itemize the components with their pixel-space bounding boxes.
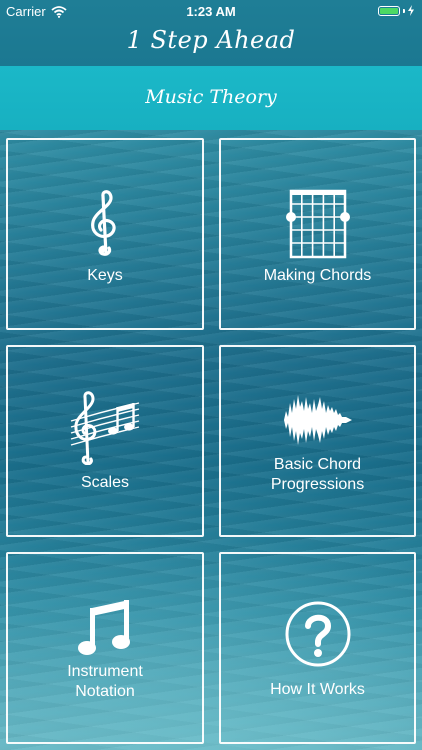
how-it-works-tile[interactable]: How It Works [219,552,416,744]
scales-tile[interactable]: Scales [6,345,204,537]
tile-label: How It Works [270,681,365,698]
tile-label: Scales [80,474,130,491]
section-header: Music Theory [0,66,422,130]
making-chords-tile[interactable]: Making Chords [219,138,416,330]
basic-chord-progressions-tile[interactable]: Basic Chord Progressions [219,345,416,537]
status-bar: Carrier 1:23 AM [0,0,422,22]
battery-group [378,5,414,16]
waveform-icon [221,391,414,449]
charging-icon [408,5,414,16]
music-note-icon [8,598,202,658]
status-time: 1:23 AM [186,4,236,19]
tile-label: Keys [87,267,123,284]
treble-clef-icon [8,190,202,256]
question-circle-icon [221,600,414,668]
app-title: 1 Step Ahead [126,26,296,54]
keys-tile[interactable]: Keys [6,138,204,330]
battery-icon [378,5,400,16]
guitar-chord-diagram-icon [221,188,414,260]
navigation-bar: Carrier 1:23 AM 1 Step Ahead [0,0,422,66]
instrument-notation-tile[interactable]: Instrument Notation [6,552,204,744]
music-staff-icon [8,391,202,465]
tile-label: Making Chords [263,267,372,284]
battery-tip [403,8,405,13]
tile-label: Basic Chord Progressions [270,456,365,493]
section-title: Music Theory [145,86,277,108]
battery-fill [380,7,398,14]
tile-label: Instrument Notation [67,663,143,700]
